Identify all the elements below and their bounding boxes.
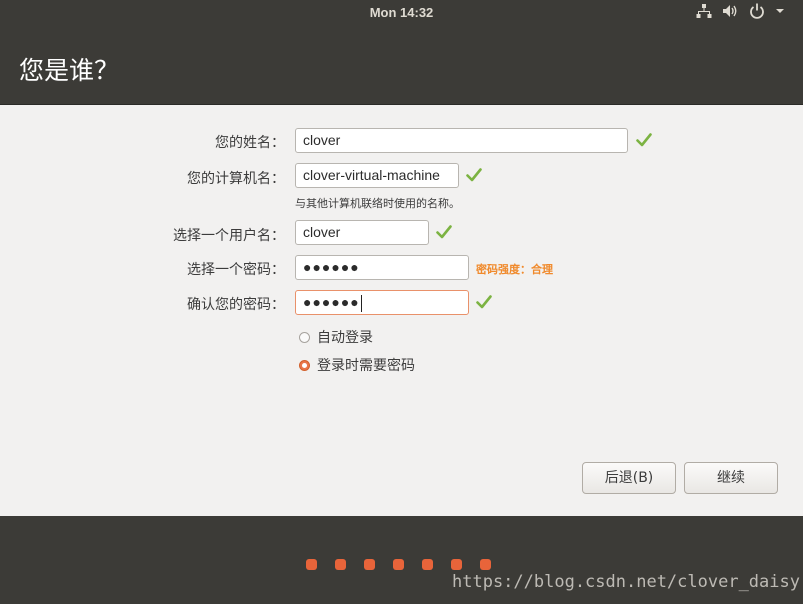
auto-login-option[interactable]: 自动登录: [299, 327, 373, 347]
page-title: 您是谁？: [19, 56, 120, 85]
progress-dots: [306, 559, 491, 570]
system-tray[interactable]: [696, 3, 785, 23]
back-button[interactable]: 后退(B): [582, 462, 676, 494]
clock[interactable]: Mon 14:32: [0, 0, 803, 26]
radio-button[interactable]: [299, 331, 310, 343]
username-label: 选择一个用户名：: [173, 228, 285, 244]
top-panel: Mon 14:32: [0, 0, 803, 26]
require-password-option[interactable]: 登录时需要密码: [299, 355, 415, 375]
progress-dot: [480, 559, 491, 570]
username-field[interactable]: clover: [295, 220, 429, 245]
password-strength: 密码强度：合理: [476, 263, 553, 276]
confirm-password-label: 确认您的密码：: [187, 297, 285, 313]
computer-name-hint: 与其他计算机联络时使用的名称。: [295, 197, 460, 210]
progress-dot: [306, 559, 317, 570]
require-password-label: 登录时需要密码: [317, 358, 415, 374]
checkmark-icon: [636, 133, 652, 147]
name-field[interactable]: clover: [295, 128, 628, 153]
text-cursor: [360, 294, 362, 312]
progress-dot: [451, 559, 462, 570]
computer-name-label: 您的计算机名：: [187, 171, 285, 187]
progress-dot: [364, 559, 375, 570]
power-icon[interactable]: [749, 3, 765, 23]
confirm-password-field[interactable]: ●●●●●●: [295, 290, 469, 315]
continue-button[interactable]: 继续: [684, 462, 778, 494]
progress-dot: [335, 559, 346, 570]
chevron-down-icon[interactable]: [775, 3, 785, 23]
progress-dot: [422, 559, 433, 570]
checkmark-icon: [466, 168, 482, 182]
progress-dot: [393, 559, 404, 570]
volume-icon[interactable]: [722, 3, 739, 23]
checkmark-icon: [436, 225, 452, 239]
network-icon[interactable]: [696, 3, 712, 23]
checkmark-icon: [476, 295, 492, 309]
auto-login-label: 自动登录: [317, 330, 373, 346]
confirm-password-value: ●●●●●●: [303, 294, 360, 310]
name-label: 您的姓名：: [215, 135, 285, 151]
password-label: 选择一个密码：: [187, 262, 285, 278]
watermark: https://blog.csdn.net/clover_daisy: [452, 572, 800, 592]
radio-button-selected[interactable]: [299, 359, 310, 371]
password-field[interactable]: ●●●●●●: [295, 255, 469, 280]
computer-name-field[interactable]: clover-virtual-machine: [295, 163, 459, 188]
installer-footer: https://blog.csdn.net/clover_daisy: [0, 516, 803, 604]
installer-header: 您是谁？: [0, 26, 803, 105]
